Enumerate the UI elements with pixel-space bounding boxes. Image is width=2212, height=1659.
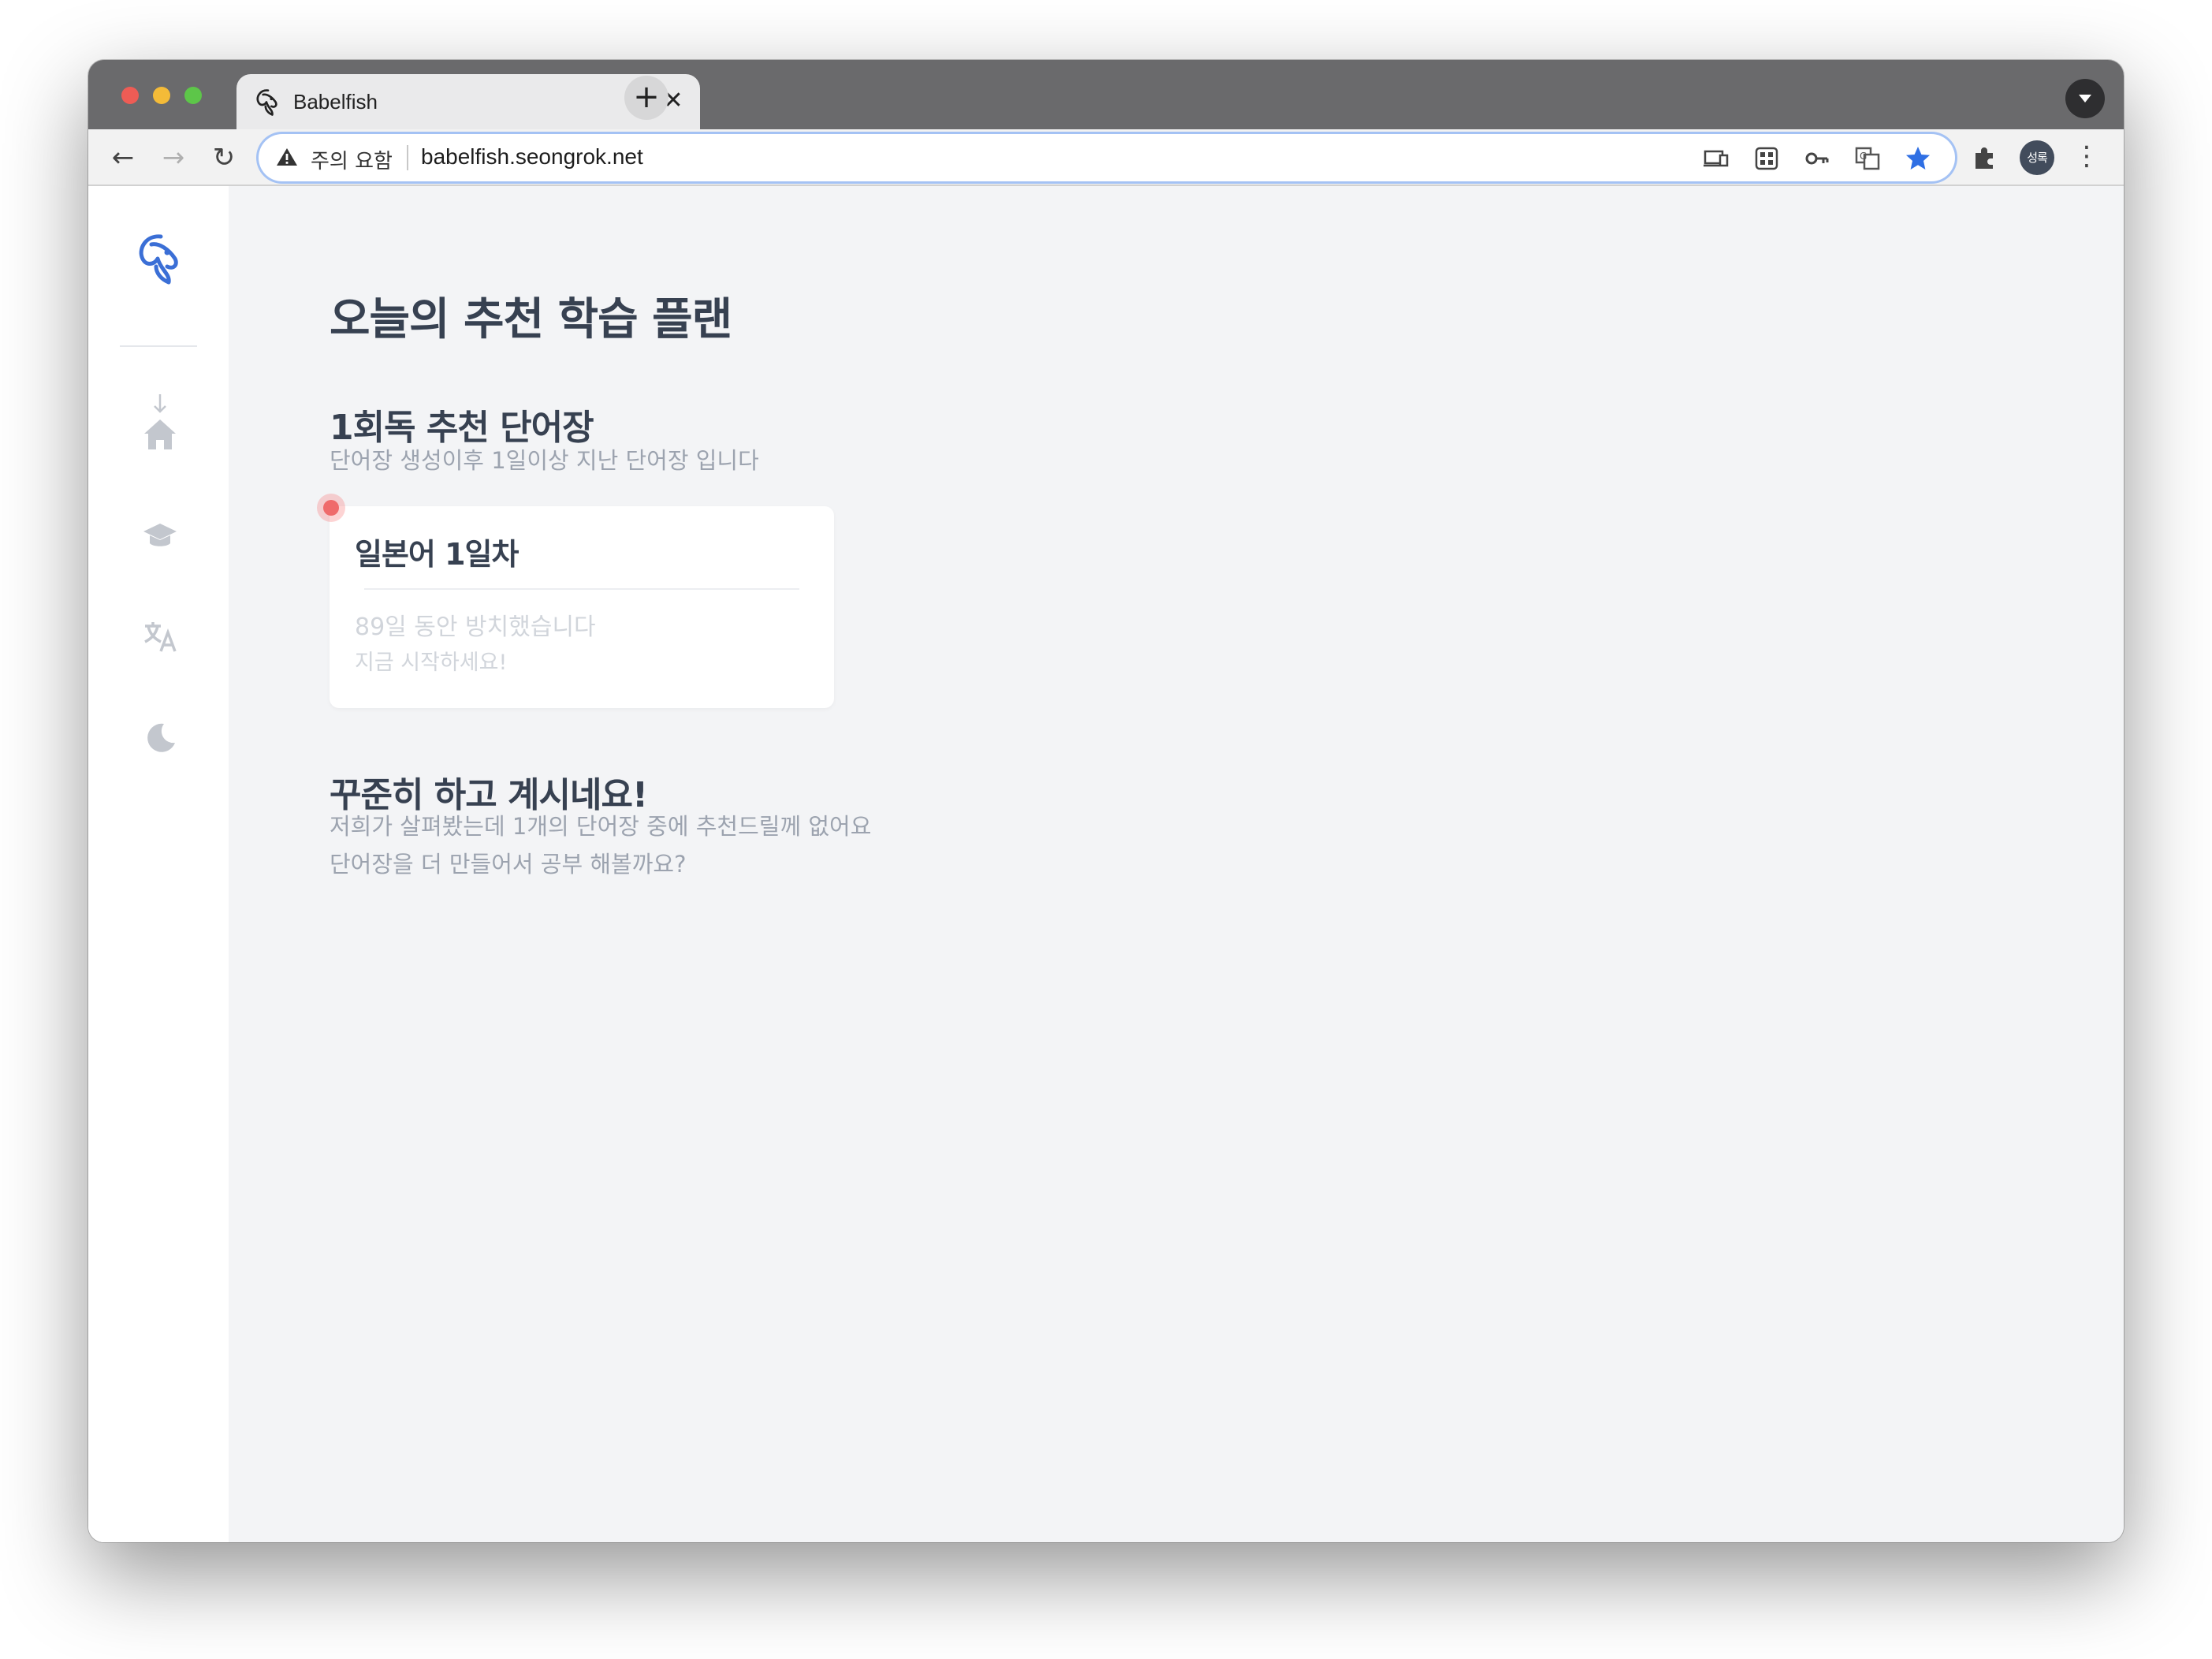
card-start-text: 지금 시작하세요! xyxy=(355,651,508,675)
card-neglected-text: 89일 동안 방치했습니다 xyxy=(355,613,596,641)
browser-toolbar: ← → ↻ 주의 요함 babelfish.seongrok.net G 성록 … xyxy=(88,129,2124,186)
profile-avatar[interactable]: 성록 xyxy=(2020,140,2054,175)
sidebar xyxy=(88,186,229,1542)
tab-title: Babelfish xyxy=(293,90,378,114)
extensions-puzzle-icon[interactable] xyxy=(1969,142,2001,173)
reload-button[interactable]: ↻ xyxy=(207,140,241,175)
cast-device-icon[interactable] xyxy=(1703,145,1730,172)
url-text[interactable]: babelfish.seongrok.net xyxy=(421,144,643,170)
tab-strip: Babelfish ✕ + xyxy=(88,60,2124,131)
section-desc-line1: 저희가 살펴봤는데 1개의 단어장 중에 추천드릴께 없어요 xyxy=(330,813,872,840)
browser-window: Babelfish ✕ + ← → ↻ 주의 요함 babelfish.seon… xyxy=(88,60,2124,1542)
address-bar[interactable]: 주의 요함 babelfish.seongrok.net G xyxy=(259,134,1955,181)
warning-icon xyxy=(277,148,297,166)
page-title: 오늘의 추천 학습 플랜 xyxy=(330,294,732,345)
back-button[interactable]: ← xyxy=(106,140,140,175)
babelfish-logo-icon[interactable] xyxy=(134,230,184,285)
babelfish-favicon-icon xyxy=(256,89,277,116)
qr-code-icon[interactable] xyxy=(1753,145,1780,172)
notification-dot xyxy=(317,494,345,522)
home-icon[interactable] xyxy=(142,416,178,453)
card-divider xyxy=(364,588,799,590)
zoom-window-button[interactable] xyxy=(184,87,202,104)
new-tab-button[interactable]: + xyxy=(624,76,668,120)
translate-icon[interactable] xyxy=(142,618,178,654)
browser-menu-icon[interactable]: ⋮ xyxy=(2073,140,2100,175)
svg-text:G: G xyxy=(1860,151,1867,162)
omnibox-divider xyxy=(407,145,408,170)
translate-page-icon[interactable]: G xyxy=(1854,145,1881,172)
close-window-button[interactable] xyxy=(121,87,139,104)
section-desc-recommended: 단어장 생성이후 1일이상 지난 단어장 입니다 xyxy=(330,447,759,474)
vocabulary-card[interactable]: 일본어 1일차 89일 동안 방치했습니다 지금 시작하세요! xyxy=(317,494,834,708)
tab-search-icon[interactable] xyxy=(2065,79,2105,118)
section-desc-line2: 단어장을 더 만들어서 공부 해볼까요? xyxy=(330,851,687,878)
page-viewport: 오늘의 추천 학습 플랜 1회독 추천 단어장 단어장 생성이후 1일이상 지난… xyxy=(88,186,2124,1542)
forward-button[interactable]: → xyxy=(156,140,191,175)
bookmark-star-icon[interactable] xyxy=(1905,145,1931,172)
security-label[interactable]: 주의 요함 xyxy=(311,145,393,174)
minimize-window-button[interactable] xyxy=(153,87,170,104)
sidebar-divider xyxy=(120,345,197,347)
moon-icon[interactable] xyxy=(142,719,178,755)
graduation-cap-icon[interactable] xyxy=(142,517,178,554)
card-title: 일본어 1일차 xyxy=(355,537,519,572)
arrow-down-icon xyxy=(154,394,166,413)
password-key-icon[interactable] xyxy=(1804,145,1830,172)
